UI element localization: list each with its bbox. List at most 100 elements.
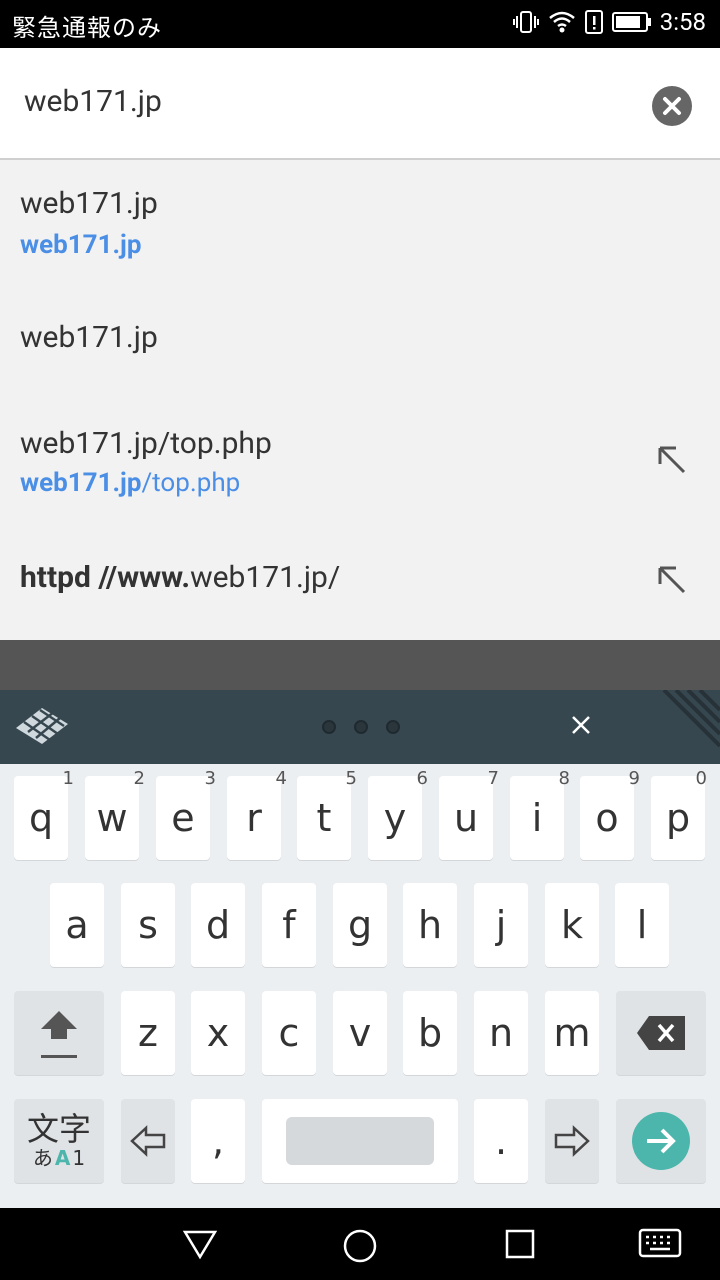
key-h[interactable]: h xyxy=(403,883,457,967)
comma-key[interactable]: , xyxy=(191,1099,245,1183)
suggestion-item[interactable]: httpd //www.web171.jp/ xyxy=(0,520,720,640)
suggestion-item[interactable]: web171.jp xyxy=(0,280,720,398)
key-y[interactable]: y6 xyxy=(368,768,428,860)
suggestion-title-bold: httpd //www. xyxy=(20,560,191,595)
key-a[interactable]: a xyxy=(50,883,104,967)
key-x[interactable]: x xyxy=(191,991,245,1075)
key-d[interactable]: d xyxy=(191,883,245,967)
key-hint: 8 xyxy=(558,768,570,789)
refine-arrow-icon[interactable] xyxy=(656,564,688,596)
key-k[interactable]: k xyxy=(545,883,599,967)
status-bar: 緊急通報のみ 3:58 xyxy=(0,0,720,48)
home-icon[interactable] xyxy=(342,1228,378,1264)
key-hint: 3 xyxy=(204,768,216,789)
suggestion-item[interactable]: web171.jp web171.jp xyxy=(0,162,720,280)
back-icon[interactable] xyxy=(182,1228,218,1260)
cursor-left-key[interactable] xyxy=(121,1099,175,1183)
key-hint: 6 xyxy=(416,768,428,789)
corner-stripes-icon xyxy=(662,690,720,748)
vibrate-icon xyxy=(512,9,540,35)
clock: 3:58 xyxy=(659,8,706,36)
navigation-bar xyxy=(0,1208,720,1280)
key-b[interactable]: b xyxy=(403,991,457,1075)
suggestion-url: web171.jp xyxy=(20,230,142,260)
url-input[interactable]: web171.jp xyxy=(24,84,162,119)
key-i[interactable]: i8 xyxy=(510,768,570,860)
clear-button[interactable] xyxy=(652,86,692,126)
enter-key[interactable] xyxy=(616,1099,706,1183)
key-p[interactable]: p0 xyxy=(651,768,707,860)
shift-key[interactable] xyxy=(14,991,104,1075)
keyboard-toolbar xyxy=(0,690,720,764)
key-label: r xyxy=(246,796,262,840)
input-mode-key[interactable]: 文字 あA1 xyxy=(14,1099,104,1183)
suggestion-url-bold: web171.jp xyxy=(20,468,142,498)
key-j[interactable]: j xyxy=(474,883,528,967)
key-o[interactable]: o9 xyxy=(580,768,640,860)
key-hint: 9 xyxy=(628,768,640,789)
key-l[interactable]: l xyxy=(615,883,669,967)
key-q[interactable]: q1 xyxy=(14,768,74,860)
key-label: q xyxy=(28,796,54,840)
arrow-right-icon xyxy=(554,1125,590,1157)
key-c[interactable]: c xyxy=(262,991,316,1075)
key-label: o xyxy=(595,796,619,840)
suggestion-title: web171.jp xyxy=(20,320,158,355)
key-f[interactable]: f xyxy=(262,883,316,967)
mode-hiragana: あ xyxy=(32,1146,53,1170)
close-keyboard-icon[interactable] xyxy=(570,714,592,736)
suggestion-item[interactable]: web171.jp/top.php web171.jp/top.php xyxy=(0,398,720,520)
mode-number: 1 xyxy=(72,1146,86,1170)
key-n[interactable]: n xyxy=(474,991,528,1075)
key-label: u xyxy=(453,796,479,840)
backspace-key[interactable] xyxy=(616,991,706,1075)
key-hint: 5 xyxy=(345,768,357,789)
key-hint: 4 xyxy=(275,768,287,789)
key-hint: 2 xyxy=(133,768,145,789)
suggestion-title: httpd //www.web171.jp/ xyxy=(20,560,340,595)
carrier-text: 緊急通報のみ xyxy=(12,14,162,42)
more-dots-icon[interactable] xyxy=(322,720,400,734)
keyboard-switch-icon[interactable] xyxy=(638,1228,682,1260)
suggestion-url-rest: /top.php xyxy=(141,468,241,498)
space-key[interactable] xyxy=(262,1099,458,1183)
suggestion-url: web171.jp/top.php xyxy=(20,468,240,498)
key-hint: 0 xyxy=(695,768,707,789)
space-bar-indicator xyxy=(286,1117,434,1165)
url-bar[interactable]: web171.jp xyxy=(0,48,720,160)
input-mode-label: 文字 xyxy=(26,1110,91,1148)
key-r[interactable]: r4 xyxy=(227,768,287,860)
period-key[interactable]: . xyxy=(474,1099,528,1183)
key-z[interactable]: z xyxy=(121,991,175,1075)
key-m[interactable]: m xyxy=(545,991,599,1075)
key-label: w xyxy=(96,796,128,840)
keyboard-logo-icon[interactable] xyxy=(14,706,70,746)
wifi-icon xyxy=(548,10,576,34)
mode-alpha: A xyxy=(54,1146,71,1170)
go-icon xyxy=(632,1112,690,1170)
key-label: e xyxy=(171,796,195,840)
recents-icon[interactable] xyxy=(504,1228,536,1260)
page-shade xyxy=(0,640,720,690)
key-s[interactable]: s xyxy=(121,883,175,967)
suggestion-title: web171.jp/top.php xyxy=(20,426,272,461)
key-u[interactable]: u7 xyxy=(439,768,499,860)
key-hint: 1 xyxy=(62,768,74,789)
suggestion-title-rest: web171.jp/ xyxy=(190,560,341,595)
key-label: p xyxy=(665,796,691,840)
shift-icon xyxy=(41,1011,77,1058)
close-icon xyxy=(663,97,681,115)
key-e[interactable]: e3 xyxy=(156,768,216,860)
arrow-left-icon xyxy=(130,1125,166,1157)
refine-arrow-icon[interactable] xyxy=(656,444,688,476)
cursor-right-key[interactable] xyxy=(545,1099,599,1183)
battery-icon xyxy=(611,11,652,33)
alert-icon xyxy=(584,9,604,35)
key-label: t xyxy=(316,796,332,840)
backspace-icon xyxy=(637,1016,685,1050)
key-g[interactable]: g xyxy=(333,883,387,967)
key-t[interactable]: t5 xyxy=(297,768,357,860)
key-w[interactable]: w2 xyxy=(85,768,145,860)
key-v[interactable]: v xyxy=(333,991,387,1075)
key-hint: 7 xyxy=(487,768,499,789)
